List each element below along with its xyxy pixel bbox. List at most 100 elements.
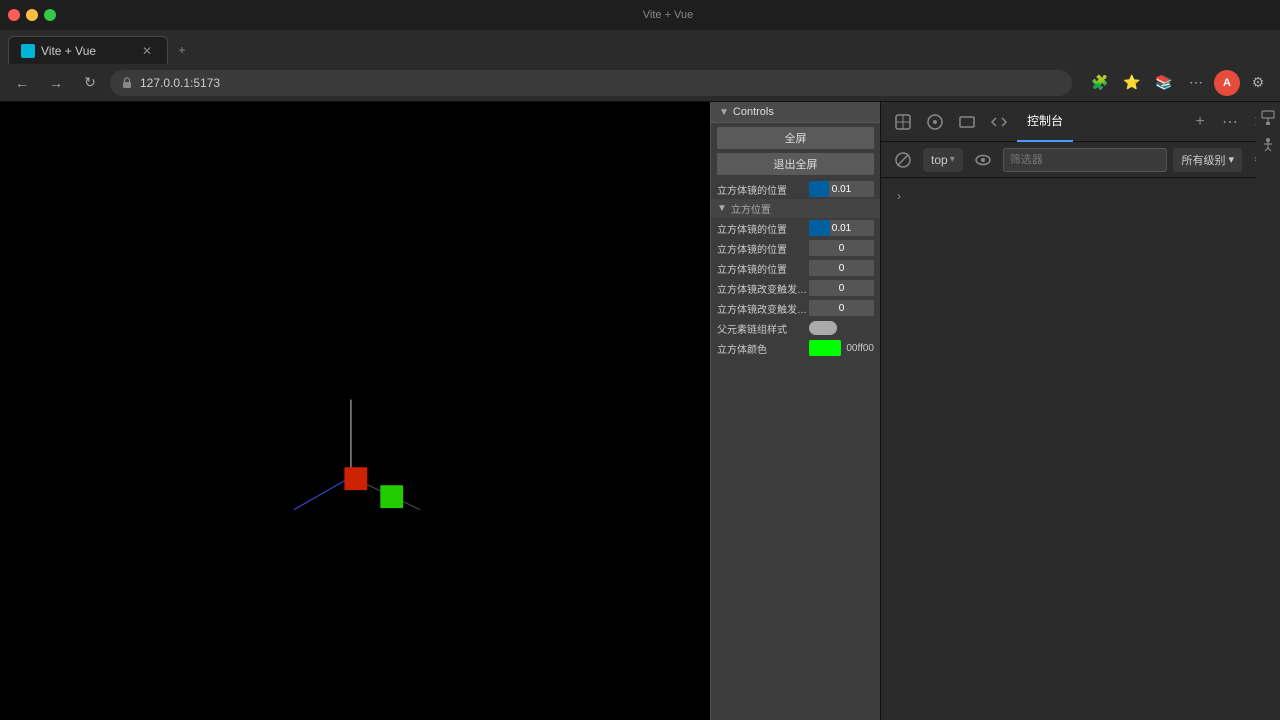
add-devtools-tab-btn[interactable]: + [1188, 110, 1212, 134]
inspect-element-btn[interactable] [889, 108, 917, 136]
tab-close-btn[interactable]: ✕ [139, 43, 155, 59]
inspect-icon [894, 113, 912, 131]
position-slider-text: 0.01 [809, 181, 874, 197]
log-levels-dropdown[interactable]: 所有级别 ▾ [1173, 148, 1242, 172]
responsive-btn[interactable] [953, 108, 981, 136]
x-value-text: 0.01 [809, 220, 874, 236]
devtools-toolbar: 控制台 + ⋯ ✕ [881, 102, 1280, 142]
tab-bar: Vite + Vue ✕ + [0, 30, 1280, 64]
event1-value-container: 0 [809, 280, 874, 296]
cube-color-row: 立方体颜色 00ff00 [711, 338, 880, 358]
lock-icon [120, 76, 134, 90]
exit-fullscreen-button[interactable]: 退出全屏 [717, 153, 874, 175]
refresh-button[interactable]: ↻ [76, 69, 104, 97]
controls-panel: ▼ Controls 全屏 退出全屏 立方体镜的位置 0.01 ▼ 立方位置 立… [710, 102, 880, 720]
event2-value-container: 0 [809, 300, 874, 316]
event2-value-display: 0 [809, 300, 874, 316]
extensions-btn[interactable]: 🧩 [1086, 69, 1114, 97]
console-item-row: › [881, 182, 1280, 210]
eye-icon [974, 151, 992, 169]
clear-console-btn[interactable] [889, 146, 917, 174]
parent-toggle[interactable] [809, 321, 837, 335]
color-swatch[interactable] [809, 340, 841, 356]
3d-scene [0, 102, 710, 720]
event1-row: 立方体镜改变触发事件 0 [711, 278, 880, 298]
back-button[interactable]: ← [8, 69, 36, 97]
accessibility-icon [1260, 136, 1276, 152]
section-collapse-icon: ▼ [717, 203, 727, 214]
x-value-container: 0.01 [809, 220, 874, 236]
collections-btn[interactable]: 📚 [1150, 69, 1178, 97]
context-selector[interactable]: top ▾ [923, 148, 963, 172]
right-strip-btn1[interactable] [1258, 108, 1278, 128]
source-icon [990, 113, 1008, 131]
cube-z-row: 立方体镜的位置 0 [711, 258, 880, 278]
toolbar-right: 🧩 ⭐ 📚 ⋯ A ⚙ [1086, 69, 1272, 97]
z-value-display[interactable]: 0 [809, 260, 874, 276]
top-label: top [931, 153, 948, 167]
z-value-container: 0 [809, 260, 874, 276]
controls-collapse-arrow: ▼ [719, 107, 729, 118]
devtools-more-btn[interactable]: ⋯ [1218, 110, 1242, 134]
position-slider[interactable]: 0.01 [809, 181, 874, 197]
cube-x-row: 立方体镜的位置 0.01 [711, 218, 880, 238]
pointer-btn[interactable] [921, 108, 949, 136]
color-hex-text: 00ff00 [846, 343, 874, 354]
controls-header[interactable]: ▼ Controls [711, 102, 880, 123]
browser-more-btn[interactable]: ⋯ [1182, 69, 1210, 97]
forward-button[interactable]: → [42, 69, 70, 97]
tab-title: Vite + Vue [41, 44, 96, 58]
section-cube-position[interactable]: ▼ 立方位置 [711, 199, 880, 218]
pointer-icon [926, 113, 944, 131]
paint-roller-icon [1260, 110, 1276, 126]
cube-color-container: 00ff00 [809, 340, 874, 356]
canvas-area [0, 102, 710, 720]
z-label: 立方体镜的位置 [717, 261, 807, 276]
tab-favicon [21, 44, 35, 58]
position-value-container: 0.01 [809, 181, 874, 197]
main-content: ▼ Controls 全屏 退出全屏 立方体镜的位置 0.01 ▼ 立方位置 立… [0, 102, 1280, 720]
cube-y-row: 立方体镜的位置 0 [711, 238, 880, 258]
event1-value-display: 0 [809, 280, 874, 296]
source-code-btn[interactable] [985, 108, 1013, 136]
devtools-secondary-bar: top ▾ 所有级别 ▾ ⚙ [881, 142, 1280, 178]
window-close-btn[interactable] [8, 9, 20, 21]
right-strip-btn2[interactable] [1258, 134, 1278, 154]
log-levels-label: 所有级别 [1181, 152, 1225, 168]
title-bar: Vite + Vue [0, 0, 1280, 30]
address-text: 127.0.0.1:5173 [140, 76, 220, 90]
settings-btn[interactable]: ⚙ [1244, 69, 1272, 97]
window-maximize-btn[interactable] [44, 9, 56, 21]
y-label: 立方体镜的位置 [717, 241, 807, 256]
console-tab[interactable]: 控制台 [1017, 102, 1073, 142]
y-value-display[interactable]: 0 [809, 240, 874, 256]
filter-input[interactable] [1003, 148, 1168, 172]
window-minimize-btn[interactable] [26, 9, 38, 21]
console-tab-label: 控制台 [1027, 112, 1063, 129]
console-item-expand[interactable]: › [889, 186, 909, 206]
profile-button[interactable]: A [1214, 70, 1240, 96]
event2-label: 立方体镜改变触发发事件 [717, 301, 807, 316]
fullscreen-button[interactable]: 全屏 [717, 127, 874, 149]
responsive-icon [958, 113, 976, 131]
parent-toggle-container [809, 321, 874, 335]
parent-mode-label: 父元素链组样式 [717, 321, 807, 336]
event2-row: 立方体镜改变触发发事件 0 [711, 298, 880, 318]
y-value-container: 0 [809, 240, 874, 256]
cube-color-label: 立方体颜色 [717, 341, 807, 356]
browser-toolbar: ← → ↻ 127.0.0.1:5173 🧩 ⭐ 📚 ⋯ A ⚙ [0, 64, 1280, 102]
browser-window: Vite + Vue Vite + Vue ✕ + ← → ↻ 127.0.0.… [0, 0, 1280, 102]
prohibition-icon [894, 151, 912, 169]
new-tab-button[interactable]: + [168, 36, 196, 64]
context-selector-arrow: ▾ [950, 154, 955, 165]
favorites-btn[interactable]: ⭐ [1118, 69, 1146, 97]
address-bar[interactable]: 127.0.0.1:5173 [110, 70, 1072, 96]
watch-btn[interactable] [969, 146, 997, 174]
devtools-panel: 控制台 + ⋯ ✕ top ▾ [880, 102, 1280, 720]
active-tab[interactable]: Vite + Vue ✕ [8, 36, 168, 64]
section-title: 立方位置 [731, 201, 771, 216]
console-content: › [881, 178, 1280, 720]
x-slider[interactable]: 0.01 [809, 220, 874, 236]
x-label: 立方体镜的位置 [717, 221, 807, 236]
event1-label: 立方体镜改变触发事件 [717, 281, 807, 296]
